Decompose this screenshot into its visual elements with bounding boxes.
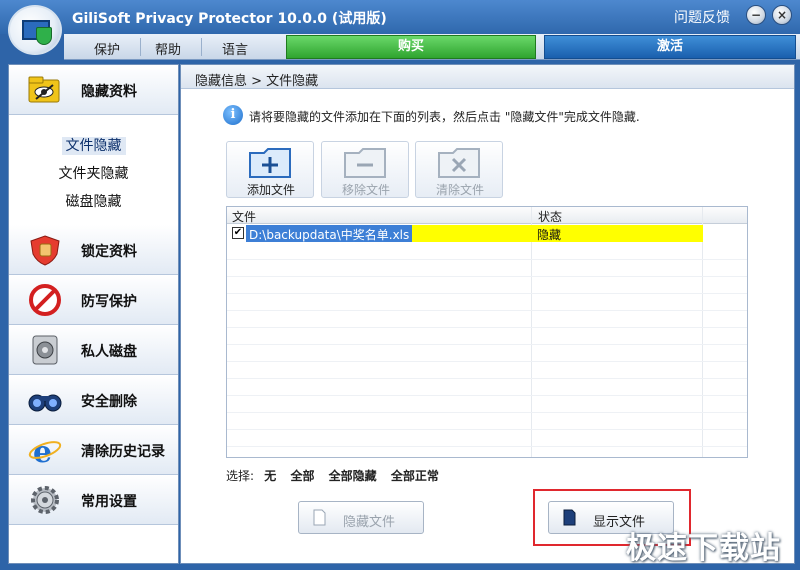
sidebar-item-private-disk[interactable]: 私人磁盘	[9, 325, 178, 375]
sidebar-item-settings[interactable]: 常用设置	[9, 475, 178, 525]
table-header: 文件 状态	[227, 207, 747, 224]
sidebar-item-label: 清除历史记录	[81, 444, 165, 460]
secure-delete-icon	[28, 394, 62, 412]
app-window: GiliSoft Privacy Protector 10.0.0 (试用版) …	[0, 0, 800, 570]
sidebar-item-label: 锁定资料	[81, 244, 137, 260]
sidebar: 隐藏资料 文件隐藏 文件夹隐藏 磁盘隐藏 锁定资料 防写保护 私人磁盘 安全删除…	[8, 64, 179, 564]
remove-folder-icon	[344, 148, 386, 178]
select-none-link[interactable]: 无	[264, 469, 276, 483]
menu-bar: 保护 帮助 语言 购买 激活	[64, 34, 800, 60]
activate-button[interactable]: 激活	[544, 35, 796, 59]
breadcrumb: 隐藏信息 > 文件隐藏	[181, 65, 794, 89]
sidebar-sub-disk-hide[interactable]: 磁盘隐藏	[9, 191, 178, 211]
title-bar: GiliSoft Privacy Protector 10.0.0 (试用版) …	[0, 0, 800, 34]
remove-file-button[interactable]: 移除文件	[321, 141, 409, 198]
sidebar-item-clear-history[interactable]: e 清除历史记录	[9, 425, 178, 475]
sidebar-item-label: 安全删除	[81, 394, 137, 410]
clear-folder-icon	[438, 148, 480, 178]
sidebar-item-secure-delete[interactable]: 安全删除	[9, 375, 178, 425]
menu-help[interactable]: 帮助	[155, 39, 181, 58]
clear-files-button[interactable]: 清除文件	[415, 141, 503, 198]
document-icon	[313, 509, 326, 526]
table-row[interactable]: ✔ D:\backupdata\中奖名单.xls 隐藏	[227, 225, 747, 242]
sidebar-sub-file-hide[interactable]: 文件隐藏	[9, 135, 178, 155]
menu-language[interactable]: 语言	[222, 39, 248, 58]
row-checkbox[interactable]: ✔	[232, 227, 244, 239]
column-header-file[interactable]: 文件	[232, 208, 256, 225]
clear-history-icon: e	[28, 435, 62, 466]
sidebar-item-hide-data[interactable]: 隐藏资料	[9, 65, 178, 115]
settings-icon	[31, 486, 59, 514]
lock-data-icon	[30, 235, 60, 266]
sidebar-item-label: 私人磁盘	[81, 344, 137, 360]
select-all-hidden-link[interactable]: 全部隐藏	[329, 469, 377, 483]
add-file-button[interactable]: 添加文件	[226, 141, 314, 198]
feedback-link[interactable]: 问题反馈	[674, 7, 730, 27]
select-row: 选择: 无 全部 全部隐藏 全部正常	[226, 467, 449, 484]
file-status: 隐藏	[537, 228, 562, 242]
file-table[interactable]: 文件 状态 ✔ D:\backupdata\中奖名单.xls 隐藏	[226, 206, 748, 458]
hide-files-button[interactable]: 隐藏文件	[298, 501, 424, 534]
info-icon: i	[223, 105, 243, 125]
select-all-link[interactable]: 全部	[290, 469, 314, 483]
watermark: 极速下载站	[626, 531, 781, 566]
document-icon	[563, 509, 576, 526]
write-protect-icon	[29, 284, 61, 316]
menu-protect[interactable]: 保护	[94, 39, 120, 58]
close-button[interactable]: ×	[772, 5, 792, 25]
buy-button[interactable]: 购买	[286, 35, 536, 59]
hide-data-icon	[28, 76, 60, 103]
app-logo-icon	[8, 5, 62, 55]
column-header-status[interactable]: 状态	[538, 208, 562, 225]
window-title: GiliSoft Privacy Protector 10.0.0 (试用版)	[72, 11, 387, 27]
svg-text:e: e	[33, 435, 52, 466]
private-disk-icon	[32, 335, 58, 365]
sidebar-item-label: 防写保护	[81, 294, 137, 310]
minimize-button[interactable]: −	[746, 5, 766, 25]
select-all-normal-link[interactable]: 全部正常	[391, 469, 439, 483]
file-path: D:\backupdata\中奖名单.xls	[246, 225, 413, 242]
main-panel: 隐藏信息 > 文件隐藏 i 请将要隐藏的文件添加在下面的列表，然后点击 "隐藏文…	[180, 64, 795, 564]
sidebar-item-write-protect[interactable]: 防写保护	[9, 275, 178, 325]
sidebar-item-label: 隐藏资料	[81, 84, 137, 100]
info-text: 请将要隐藏的文件添加在下面的列表，然后点击 "隐藏文件"完成文件隐藏.	[249, 110, 640, 124]
add-folder-icon	[249, 148, 291, 178]
info-row: i 请将要隐藏的文件添加在下面的列表，然后点击 "隐藏文件"完成文件隐藏.	[223, 105, 763, 127]
sidebar-item-label: 常用设置	[81, 494, 137, 510]
sidebar-sub-folder-hide[interactable]: 文件夹隐藏	[9, 163, 178, 183]
sidebar-item-lock-data[interactable]: 锁定资料	[9, 225, 178, 275]
select-label: 选择:	[226, 469, 255, 483]
